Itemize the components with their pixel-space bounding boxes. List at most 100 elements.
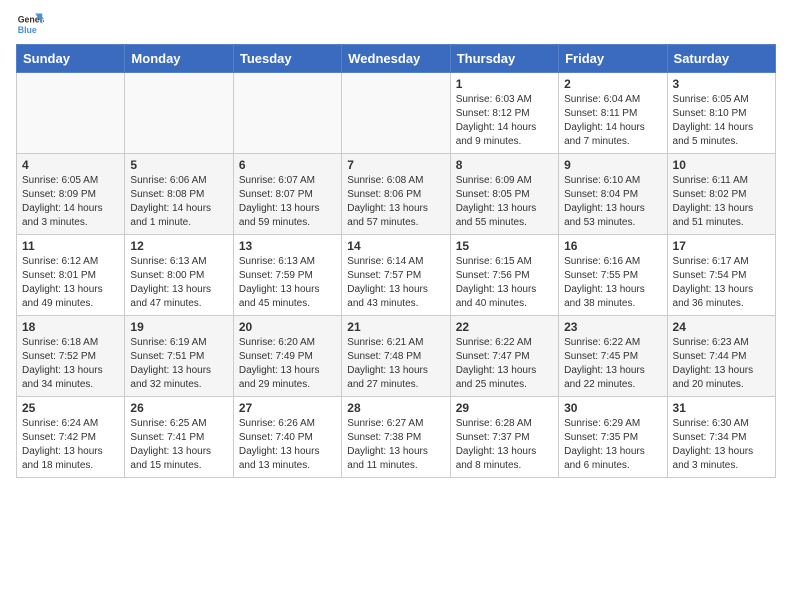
calendar-day-cell [17, 73, 125, 154]
day-number: 10 [673, 158, 770, 172]
calendar-day-cell: 1Sunrise: 6:03 AM Sunset: 8:12 PM Daylig… [450, 73, 558, 154]
day-number: 5 [130, 158, 227, 172]
day-number: 3 [673, 77, 770, 91]
day-number: 4 [22, 158, 119, 172]
day-info: Sunrise: 6:28 AM Sunset: 7:37 PM Dayligh… [456, 417, 553, 473]
calendar-day-cell: 4Sunrise: 6:05 AM Sunset: 8:09 PM Daylig… [17, 154, 125, 235]
calendar-day-cell: 29 Sunrise: 6:28 AM Sunset: 7:37 PM Dayli… [450, 397, 558, 478]
day-number: 14 [347, 239, 444, 253]
calendar-week-row: 11 Sunrise: 6:12 AM Sunset: 8:01 PM Dayli… [17, 235, 776, 316]
calendar-day-cell: 23 Sunrise: 6:22 AM Sunset: 7:45 PM Dayli… [559, 316, 667, 397]
day-info: Sunrise: 6:21 AM Sunset: 7:48 PM Dayligh… [347, 336, 444, 392]
weekday-header: Tuesday [233, 45, 341, 73]
day-info: Sunrise: 6:25 AM Sunset: 7:41 PM Dayligh… [130, 417, 227, 473]
calendar-day-cell: 21 Sunrise: 6:21 AM Sunset: 7:48 PM Dayli… [342, 316, 450, 397]
calendar-day-cell: 7 Sunrise: 6:08 AM Sunset: 8:06 PM Daylig… [342, 154, 450, 235]
calendar-day-cell: 6 Sunrise: 6:07 AM Sunset: 8:07 PM Daylig… [233, 154, 341, 235]
day-info: Sunrise: 6:22 AM Sunset: 7:47 PM Dayligh… [456, 336, 553, 392]
calendar-day-cell: 27Sunrise: 6:26 AM Sunset: 7:40 PM Dayli… [233, 397, 341, 478]
day-info: Sunrise: 6:13 AM Sunset: 8:00 PM Dayligh… [130, 255, 227, 311]
svg-text:Blue: Blue [18, 25, 37, 35]
calendar-day-cell: 31Sunrise: 6:30 AM Sunset: 7:34 PM Dayli… [667, 397, 775, 478]
weekday-header: Wednesday [342, 45, 450, 73]
day-number: 12 [130, 239, 227, 253]
day-number: 8 [456, 158, 553, 172]
day-number: 26 [130, 401, 227, 415]
calendar-day-cell: 30 Sunrise: 6:29 AM Sunset: 7:35 PM Dayli… [559, 397, 667, 478]
page: General Blue SundayMondayTuesdayWednesda… [0, 0, 792, 494]
day-number: 2 [564, 77, 661, 91]
calendar-day-cell [233, 73, 341, 154]
day-number: 6 [239, 158, 336, 172]
calendar-day-cell: 13 Sunrise: 6:13 AM Sunset: 7:59 PM Dayli… [233, 235, 341, 316]
day-number: 24 [673, 320, 770, 334]
calendar-week-row: 18Sunrise: 6:18 AM Sunset: 7:52 PM Dayli… [17, 316, 776, 397]
day-info: Sunrise: 6:10 AM Sunset: 8:04 PM Dayligh… [564, 174, 661, 230]
day-info: Sunrise: 6:08 AM Sunset: 8:06 PM Dayligh… [347, 174, 444, 230]
day-number: 23 [564, 320, 661, 334]
day-info: Sunrise: 6:07 AM Sunset: 8:07 PM Dayligh… [239, 174, 336, 230]
calendar-day-cell: 24 Sunrise: 6:23 AM Sunset: 7:44 PM Dayli… [667, 316, 775, 397]
weekday-header: Monday [125, 45, 233, 73]
calendar-table: SundayMondayTuesdayWednesdayThursdayFrid… [16, 44, 776, 478]
calendar-day-cell: 3 Sunrise: 6:05 AM Sunset: 8:10 PM Daylig… [667, 73, 775, 154]
calendar-day-cell: 20Sunrise: 6:20 AM Sunset: 7:49 PM Dayli… [233, 316, 341, 397]
day-info: Sunrise: 6:16 AM Sunset: 7:55 PM Dayligh… [564, 255, 661, 311]
calendar-day-cell: 9Sunrise: 6:10 AM Sunset: 8:04 PM Daylig… [559, 154, 667, 235]
day-number: 7 [347, 158, 444, 172]
calendar-day-cell [342, 73, 450, 154]
day-number: 16 [564, 239, 661, 253]
calendar-week-row: 4Sunrise: 6:05 AM Sunset: 8:09 PM Daylig… [17, 154, 776, 235]
day-info: Sunrise: 6:17 AM Sunset: 7:54 PM Dayligh… [673, 255, 770, 311]
day-number: 1 [456, 77, 553, 91]
day-info: Sunrise: 6:06 AM Sunset: 8:08 PM Dayligh… [130, 174, 227, 230]
weekday-header: Sunday [17, 45, 125, 73]
day-info: Sunrise: 6:14 AM Sunset: 7:57 PM Dayligh… [347, 255, 444, 311]
day-info: Sunrise: 6:27 AM Sunset: 7:38 PM Dayligh… [347, 417, 444, 473]
day-number: 21 [347, 320, 444, 334]
calendar-day-cell: 15 Sunrise: 6:15 AM Sunset: 7:56 PM Dayli… [450, 235, 558, 316]
calendar-day-cell: 25 Sunrise: 6:24 AM Sunset: 7:42 PM Dayli… [17, 397, 125, 478]
day-info: Sunrise: 6:22 AM Sunset: 7:45 PM Dayligh… [564, 336, 661, 392]
calendar-day-cell [125, 73, 233, 154]
calendar-day-cell: 11 Sunrise: 6:12 AM Sunset: 8:01 PM Dayli… [17, 235, 125, 316]
day-info: Sunrise: 6:12 AM Sunset: 8:01 PM Dayligh… [22, 255, 119, 311]
day-number: 19 [130, 320, 227, 334]
calendar-day-cell: 19Sunrise: 6:19 AM Sunset: 7:51 PM Dayli… [125, 316, 233, 397]
logo: General Blue [16, 10, 44, 38]
day-info: Sunrise: 6:09 AM Sunset: 8:05 PM Dayligh… [456, 174, 553, 230]
page-header: General Blue [16, 10, 776, 38]
day-info: Sunrise: 6:15 AM Sunset: 7:56 PM Dayligh… [456, 255, 553, 311]
day-number: 29 [456, 401, 553, 415]
calendar-header-row: SundayMondayTuesdayWednesdayThursdayFrid… [17, 45, 776, 73]
day-number: 25 [22, 401, 119, 415]
day-info: Sunrise: 6:05 AM Sunset: 8:10 PM Dayligh… [673, 93, 770, 149]
calendar-day-cell: 8 Sunrise: 6:09 AM Sunset: 8:05 PM Daylig… [450, 154, 558, 235]
day-info: Sunrise: 6:18 AM Sunset: 7:52 PM Dayligh… [22, 336, 119, 392]
day-number: 31 [673, 401, 770, 415]
weekday-header: Saturday [667, 45, 775, 73]
day-number: 28 [347, 401, 444, 415]
logo-icon: General Blue [16, 10, 44, 38]
calendar-week-row: 25 Sunrise: 6:24 AM Sunset: 7:42 PM Dayli… [17, 397, 776, 478]
day-number: 11 [22, 239, 119, 253]
day-number: 30 [564, 401, 661, 415]
calendar-day-cell: 2 Sunrise: 6:04 AM Sunset: 8:11 PM Daylig… [559, 73, 667, 154]
day-info: Sunrise: 6:29 AM Sunset: 7:35 PM Dayligh… [564, 417, 661, 473]
calendar-day-cell: 28 Sunrise: 6:27 AM Sunset: 7:38 PM Dayli… [342, 397, 450, 478]
day-info: Sunrise: 6:24 AM Sunset: 7:42 PM Dayligh… [22, 417, 119, 473]
calendar-day-cell: 17Sunrise: 6:17 AM Sunset: 7:54 PM Dayli… [667, 235, 775, 316]
day-number: 22 [456, 320, 553, 334]
weekday-header: Friday [559, 45, 667, 73]
day-info: Sunrise: 6:23 AM Sunset: 7:44 PM Dayligh… [673, 336, 770, 392]
day-number: 15 [456, 239, 553, 253]
day-info: Sunrise: 6:13 AM Sunset: 7:59 PM Dayligh… [239, 255, 336, 311]
calendar-day-cell: 26 Sunrise: 6:25 AM Sunset: 7:41 PM Dayli… [125, 397, 233, 478]
day-number: 20 [239, 320, 336, 334]
day-info: Sunrise: 6:04 AM Sunset: 8:11 PM Dayligh… [564, 93, 661, 149]
day-info: Sunrise: 6:26 AM Sunset: 7:40 PM Dayligh… [239, 417, 336, 473]
calendar-day-cell: 18Sunrise: 6:18 AM Sunset: 7:52 PM Dayli… [17, 316, 125, 397]
day-info: Sunrise: 6:11 AM Sunset: 8:02 PM Dayligh… [673, 174, 770, 230]
calendar-day-cell: 16 Sunrise: 6:16 AM Sunset: 7:55 PM Dayli… [559, 235, 667, 316]
day-number: 13 [239, 239, 336, 253]
